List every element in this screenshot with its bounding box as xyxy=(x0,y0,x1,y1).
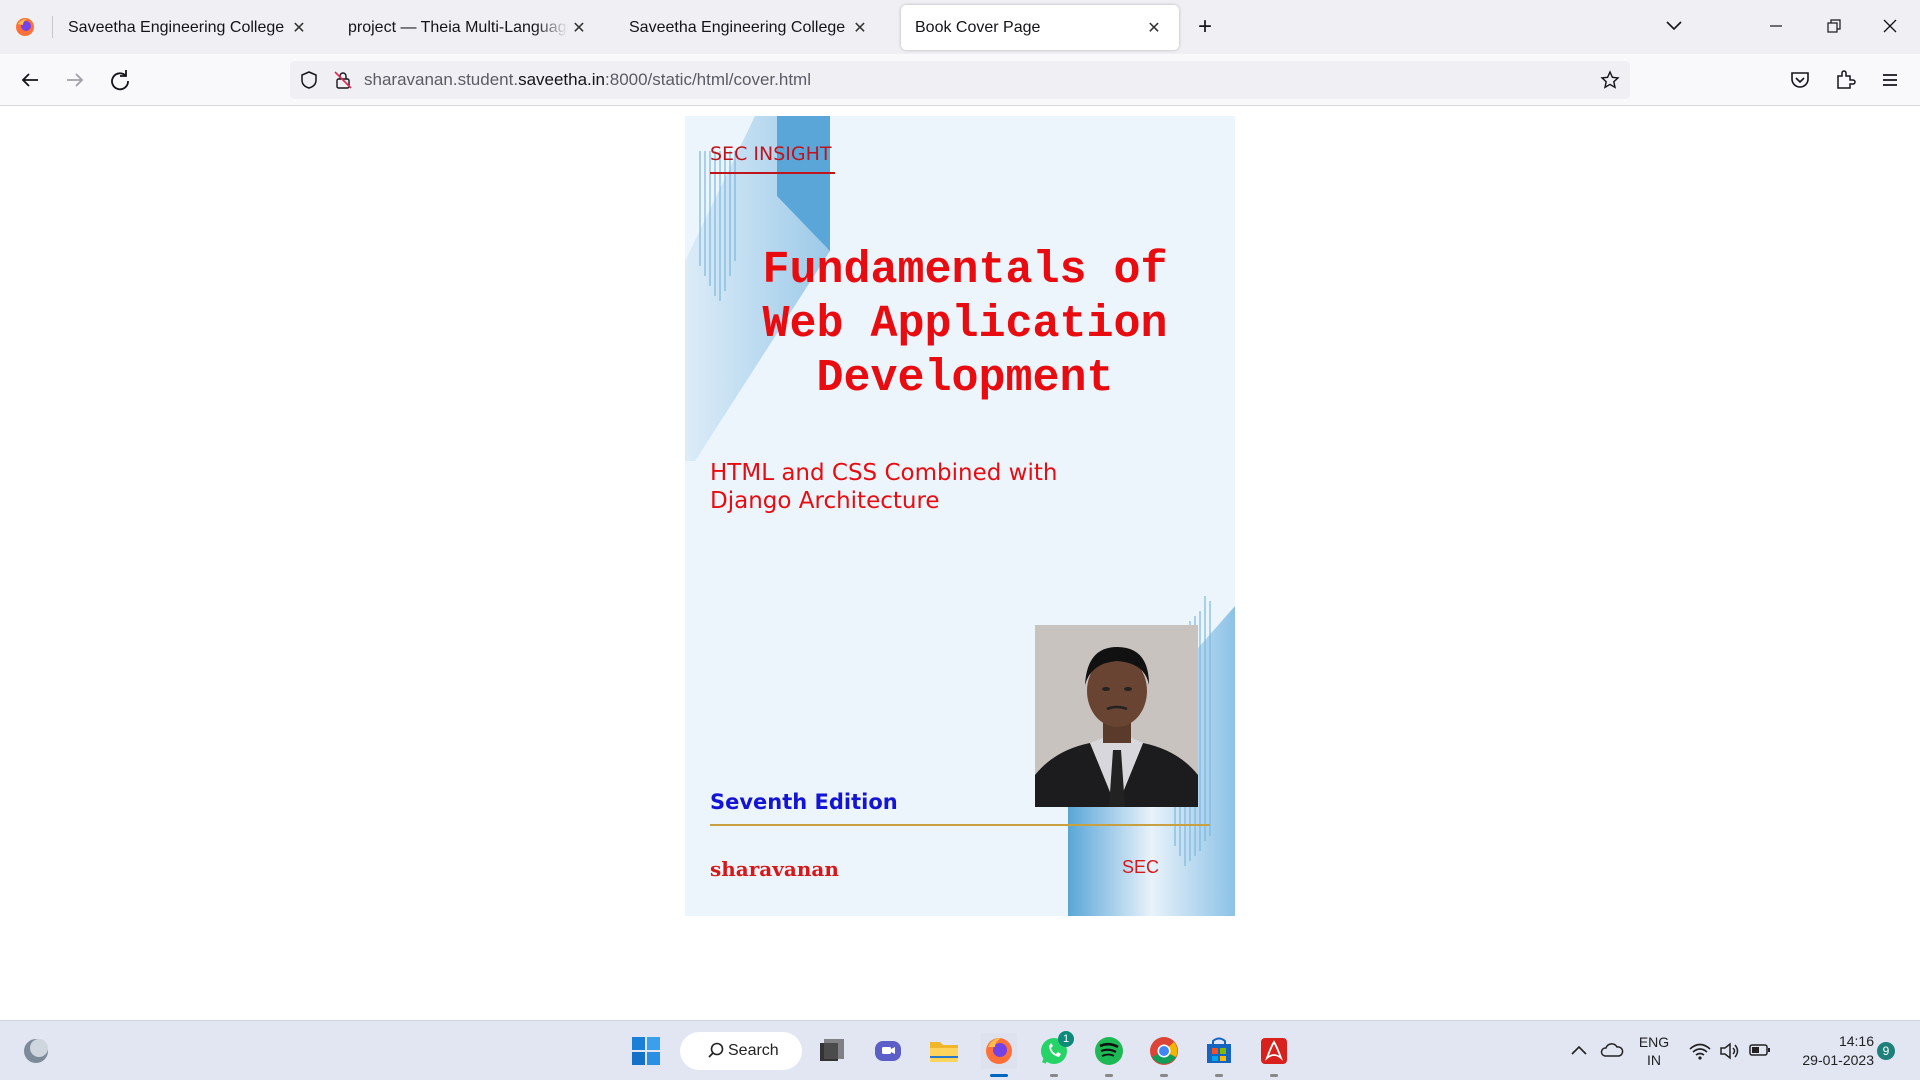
close-icon[interactable]: ✕ xyxy=(288,17,310,39)
language-code: ENG xyxy=(1638,1034,1670,1050)
tab-book-cover[interactable]: Book Cover Page ✕ xyxy=(901,5,1179,50)
restore-icon[interactable] xyxy=(1826,18,1842,34)
publisher-label: SEC xyxy=(1122,857,1160,877)
minimize-icon[interactable] xyxy=(1768,18,1784,34)
clock-date: 29-01-2023 xyxy=(1802,1052,1874,1068)
book-title: Fundamentals of Web Application Developm… xyxy=(725,244,1205,406)
windows-taskbar: Search 1 ENG IN 14:16 29-01-2023 9 xyxy=(0,1020,1920,1080)
teams-chat-icon[interactable] xyxy=(870,1033,906,1069)
page-viewport: SEC INSIGHT Fundamentals of Web Applicat… xyxy=(0,107,1920,1019)
extensions-icon[interactable] xyxy=(1829,64,1861,96)
tab-label: project — Theia Multi-Language Ex xyxy=(348,18,568,36)
running-app-indicator xyxy=(1050,1074,1058,1077)
store-icon[interactable] xyxy=(1201,1033,1237,1069)
tab-label: Book Cover Page xyxy=(915,18,1041,36)
firefox-menu-icon[interactable] xyxy=(14,16,36,38)
clock-time: 14:16 xyxy=(1838,1033,1874,1049)
active-app-indicator xyxy=(990,1074,1008,1077)
pocket-icon[interactable] xyxy=(1784,64,1816,96)
edition-divider xyxy=(710,824,1210,826)
input-language-indicator[interactable]: ENG IN xyxy=(1636,1033,1672,1069)
new-tab-button[interactable]: + xyxy=(1189,11,1221,43)
close-icon[interactable]: ✕ xyxy=(568,17,590,39)
insecure-connection-icon[interactable] xyxy=(333,70,353,90)
reload-icon[interactable] xyxy=(104,64,136,96)
onedrive-icon[interactable] xyxy=(1600,1041,1624,1059)
running-app-indicator xyxy=(1160,1074,1168,1077)
url-suffix: :8000/static/html/cover.html xyxy=(605,70,811,89)
tab-saveetha-2[interactable]: Saveetha Engineering College ✕ xyxy=(615,5,885,50)
start-icon[interactable] xyxy=(628,1033,664,1069)
url-host: saveetha.in xyxy=(518,70,606,89)
clock[interactable]: 14:16 29-01-2023 xyxy=(1784,1032,1874,1070)
author-name: sharavanan xyxy=(710,857,839,881)
list-all-tabs-icon[interactable] xyxy=(1664,19,1684,33)
volume-icon[interactable] xyxy=(1718,1041,1740,1061)
title-line: Fundamentals of xyxy=(762,245,1168,296)
edition-label: Seventh Edition xyxy=(710,790,898,814)
running-app-indicator xyxy=(1270,1074,1278,1077)
close-icon[interactable]: ✕ xyxy=(849,17,871,39)
series-label: SEC INSIGHT xyxy=(710,143,832,165)
title-line: Development xyxy=(816,353,1114,404)
author-photo xyxy=(1035,625,1198,807)
address-bar[interactable]: sharavanan.student.saveetha.in:8000/stat… xyxy=(290,61,1630,99)
tab-theia-project[interactable]: project — Theia Multi-Language Ex ✕ xyxy=(334,5,604,50)
bookmark-star-icon[interactable] xyxy=(1600,70,1620,90)
tab-saveetha-1[interactable]: Saveetha Engineering College ✕ xyxy=(54,5,324,50)
tab-label: Saveetha Engineering College xyxy=(68,18,285,36)
hamburger-menu-icon[interactable] xyxy=(1874,64,1906,96)
file-explorer-icon[interactable] xyxy=(926,1033,962,1069)
book-subtitle: HTML and CSS Combined with Django Archit… xyxy=(710,460,1058,514)
firefox-icon[interactable] xyxy=(981,1033,1017,1069)
wifi-icon[interactable] xyxy=(1688,1041,1712,1061)
tab-label: Saveetha Engineering College xyxy=(629,18,846,36)
notification-center-badge[interactable]: 9 xyxy=(1877,1042,1895,1060)
close-icon[interactable]: ✕ xyxy=(1143,17,1165,39)
url-prefix: sharavanan.student. xyxy=(364,70,519,89)
whatsapp-unread-badge: 1 xyxy=(1058,1031,1074,1047)
title-line: Web Application xyxy=(762,299,1168,350)
series-underline xyxy=(710,172,835,174)
back-icon[interactable] xyxy=(14,64,46,96)
forward-icon[interactable] xyxy=(59,64,91,96)
acrobat-icon[interactable] xyxy=(1256,1033,1292,1069)
search-label: Search xyxy=(728,1042,779,1059)
tracking-protection-shield-icon[interactable] xyxy=(299,70,319,90)
search-icon xyxy=(708,1042,724,1058)
tab-bar: Saveetha Engineering College ✕ project —… xyxy=(0,0,1920,54)
book-cover: SEC INSIGHT Fundamentals of Web Applicat… xyxy=(685,116,1235,916)
battery-icon[interactable] xyxy=(1748,1042,1772,1058)
url-text: sharavanan.student.saveetha.in:8000/stat… xyxy=(364,70,811,90)
show-hidden-icons-chevron-icon[interactable] xyxy=(1570,1043,1588,1057)
region-code: IN xyxy=(1647,1052,1661,1068)
task-view-icon[interactable] xyxy=(814,1033,850,1069)
running-app-indicator xyxy=(1105,1074,1113,1077)
widgets-icon[interactable] xyxy=(18,1033,54,1069)
navigation-toolbar: sharavanan.student.saveetha.in:8000/stat… xyxy=(0,54,1920,106)
close-window-icon[interactable] xyxy=(1882,18,1898,34)
spotify-icon[interactable] xyxy=(1091,1033,1127,1069)
running-app-indicator xyxy=(1215,1074,1223,1077)
taskbar-search[interactable]: Search xyxy=(680,1032,802,1070)
chrome-icon[interactable] xyxy=(1146,1033,1182,1069)
